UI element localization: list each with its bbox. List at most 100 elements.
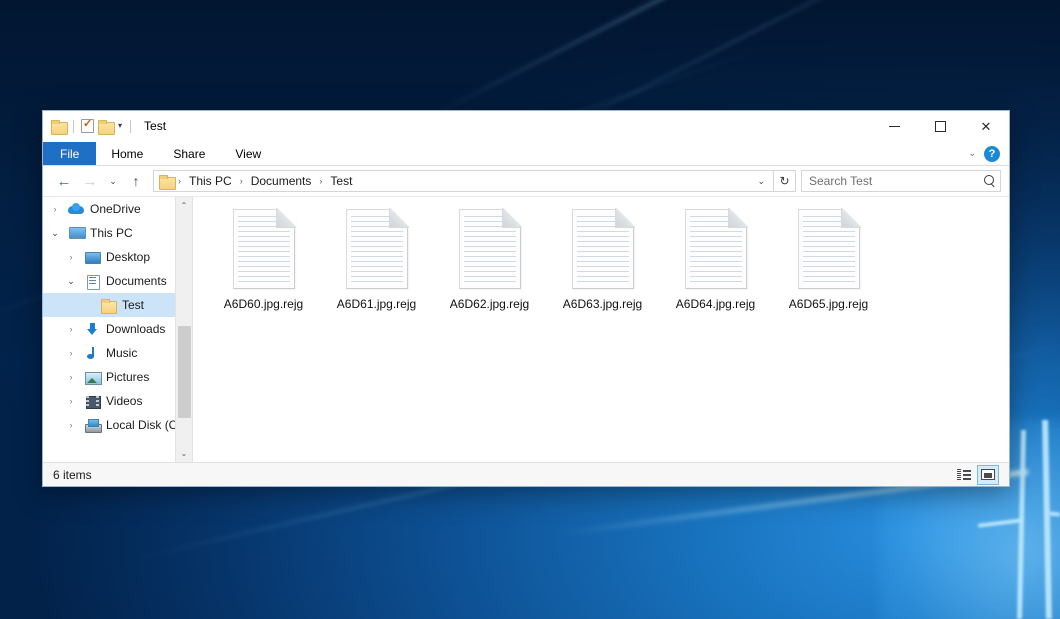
tab-file[interactable]: File <box>43 142 96 165</box>
file-item[interactable]: A6D60.jpg.rejg <box>207 207 320 325</box>
toolbar-divider <box>130 120 131 133</box>
sidebar-item-label: Documents <box>106 274 167 288</box>
sidebar-item-videos[interactable]: › Videos <box>43 389 192 413</box>
close-button[interactable]: ✕ <box>963 111 1009 142</box>
sidebar-item-label: Pictures <box>106 370 149 384</box>
back-button[interactable]: ← <box>51 169 77 193</box>
sidebar-item-label: Downloads <box>106 322 165 336</box>
sidebar-item-desktop[interactable]: › Desktop <box>43 245 192 269</box>
disk-icon <box>84 418 101 433</box>
help-button[interactable]: ? <box>984 146 1000 162</box>
search-input[interactable] <box>809 174 983 188</box>
sidebar-item-documents[interactable]: ⌄ Documents <box>43 269 192 293</box>
file-item[interactable]: A6D64.jpg.rejg <box>659 207 772 325</box>
sidebar-item-label: Videos <box>106 394 142 408</box>
chevron-right-icon[interactable]: › <box>47 204 63 214</box>
folder-icon[interactable] <box>51 120 66 133</box>
scroll-down-button[interactable]: ⌄ <box>176 445 193 462</box>
recent-locations-button[interactable]: ⌄ <box>103 169 123 193</box>
music-icon <box>84 346 101 361</box>
file-name-label: A6D64.jpg.rejg <box>674 297 757 312</box>
maximize-icon <box>935 121 946 132</box>
pc-icon <box>68 226 85 241</box>
breadcrumb-separator: › <box>238 176 245 186</box>
minimize-icon <box>889 126 900 127</box>
status-bar: 6 items <box>43 462 1009 486</box>
breadcrumb[interactable]: › This PC › Documents › Test ⌄ <box>153 170 774 192</box>
chevron-right-icon[interactable]: › <box>63 396 79 406</box>
title-bar: ▾ Test ✕ <box>43 111 1009 142</box>
breadcrumb-folder-icon[interactable] <box>159 175 174 188</box>
sidebar-item-this-pc[interactable]: ⌄ This PC <box>43 221 192 245</box>
breadcrumb-item-documents[interactable]: Documents <box>247 173 316 189</box>
scrollbar-track[interactable] <box>176 214 193 445</box>
tab-share[interactable]: Share <box>158 142 220 165</box>
breadcrumb-item-test[interactable]: Test <box>326 173 356 189</box>
chevron-right-icon[interactable]: › <box>63 348 79 358</box>
document-folded-corner <box>389 208 409 228</box>
pictures-icon <box>84 370 101 385</box>
ribbon-tab-bar: File Home Share View ⌄ ? <box>43 142 1009 166</box>
file-item[interactable]: A6D62.jpg.rejg <box>433 207 546 325</box>
scrollbar-thumb[interactable] <box>178 326 191 418</box>
view-mode-buttons <box>953 465 999 485</box>
sidebar-scrollbar[interactable]: ⌃ ⌄ <box>175 197 192 462</box>
sidebar-item-label: Test <box>122 298 144 312</box>
minimize-button[interactable] <box>871 111 917 142</box>
generic-document-icon <box>459 209 521 289</box>
breadcrumb-dropdown-icon[interactable]: ⌄ <box>752 176 770 187</box>
chevron-down-icon[interactable]: ⌄ <box>968 148 976 159</box>
sidebar-item-label: This PC <box>90 226 133 240</box>
file-name-label: A6D65.jpg.rejg <box>787 297 870 312</box>
generic-document-icon <box>572 209 634 289</box>
sidebar-item-label: Music <box>106 346 137 360</box>
chevron-right-icon[interactable]: › <box>63 420 79 430</box>
sidebar-item-label: Desktop <box>106 250 150 264</box>
ribbon-right-controls: ⌄ ? <box>968 142 1009 165</box>
sidebar-item-onedrive[interactable]: › OneDrive <box>43 197 192 221</box>
maximize-button[interactable] <box>917 111 963 142</box>
large-icons-view-button[interactable] <box>977 465 999 485</box>
sidebar-item-test[interactable]: Test <box>43 293 192 317</box>
sidebar-item-pictures[interactable]: › Pictures <box>43 365 192 389</box>
properties-icon[interactable] <box>81 119 94 133</box>
document-folded-corner <box>728 208 748 228</box>
file-list-view[interactable]: A6D60.jpg.rejgA6D61.jpg.rejgA6D62.jpg.re… <box>193 197 1009 462</box>
search-box[interactable] <box>801 170 1001 192</box>
customize-chevron-icon[interactable]: ▾ <box>117 122 123 130</box>
generic-document-icon <box>798 209 860 289</box>
up-button[interactable]: ↑ <box>123 169 149 193</box>
search-icon[interactable] <box>983 175 996 188</box>
sidebar-item-music[interactable]: › Music <box>43 341 192 365</box>
breadcrumb-separator: › <box>317 176 324 186</box>
window-controls: ✕ <box>871 111 1009 141</box>
window-body: › OneDrive ⌄ This PC › Desktop ⌄ Documents Test ›… <box>43 197 1009 462</box>
file-item[interactable]: A6D63.jpg.rejg <box>546 207 659 325</box>
chevron-down-icon[interactable]: ⌄ <box>47 228 63 239</box>
document-folded-corner <box>502 208 522 228</box>
document-folded-corner <box>841 208 861 228</box>
quick-access-toolbar: ▾ Test <box>43 111 166 141</box>
chevron-down-icon[interactable]: ⌄ <box>63 276 79 287</box>
generic-document-icon <box>685 209 747 289</box>
refresh-button[interactable]: ↻ <box>774 170 796 192</box>
sidebar-item-label: OneDrive <box>90 202 141 216</box>
tab-home[interactable]: Home <box>96 142 158 165</box>
tab-view[interactable]: View <box>220 142 276 165</box>
scroll-up-button[interactable]: ⌃ <box>176 197 193 214</box>
new-folder-icon[interactable] <box>98 120 113 133</box>
chevron-right-icon[interactable]: › <box>63 372 79 382</box>
breadcrumb-separator: › <box>176 176 183 186</box>
sidebar-item-downloads[interactable]: › Downloads <box>43 317 192 341</box>
details-view-button[interactable] <box>953 465 975 485</box>
address-bar: ← → ⌄ ↑ › This PC › Documents › Test ⌄ ↻ <box>43 166 1009 197</box>
chevron-right-icon[interactable]: › <box>63 324 79 334</box>
chevron-right-icon[interactable]: › <box>63 252 79 262</box>
window-title: Test <box>144 119 166 133</box>
sidebar-item-local-disk-c[interactable]: ›Local Disk (C:) <box>43 413 192 437</box>
file-item[interactable]: A6D65.jpg.rejg <box>772 207 885 325</box>
breadcrumb-item-this-pc[interactable]: This PC <box>185 173 236 189</box>
nav-list: › OneDrive ⌄ This PC › Desktop ⌄ Documents Test ›… <box>43 197 192 437</box>
large-icons-view-icon <box>981 469 995 480</box>
file-item[interactable]: A6D61.jpg.rejg <box>320 207 433 325</box>
